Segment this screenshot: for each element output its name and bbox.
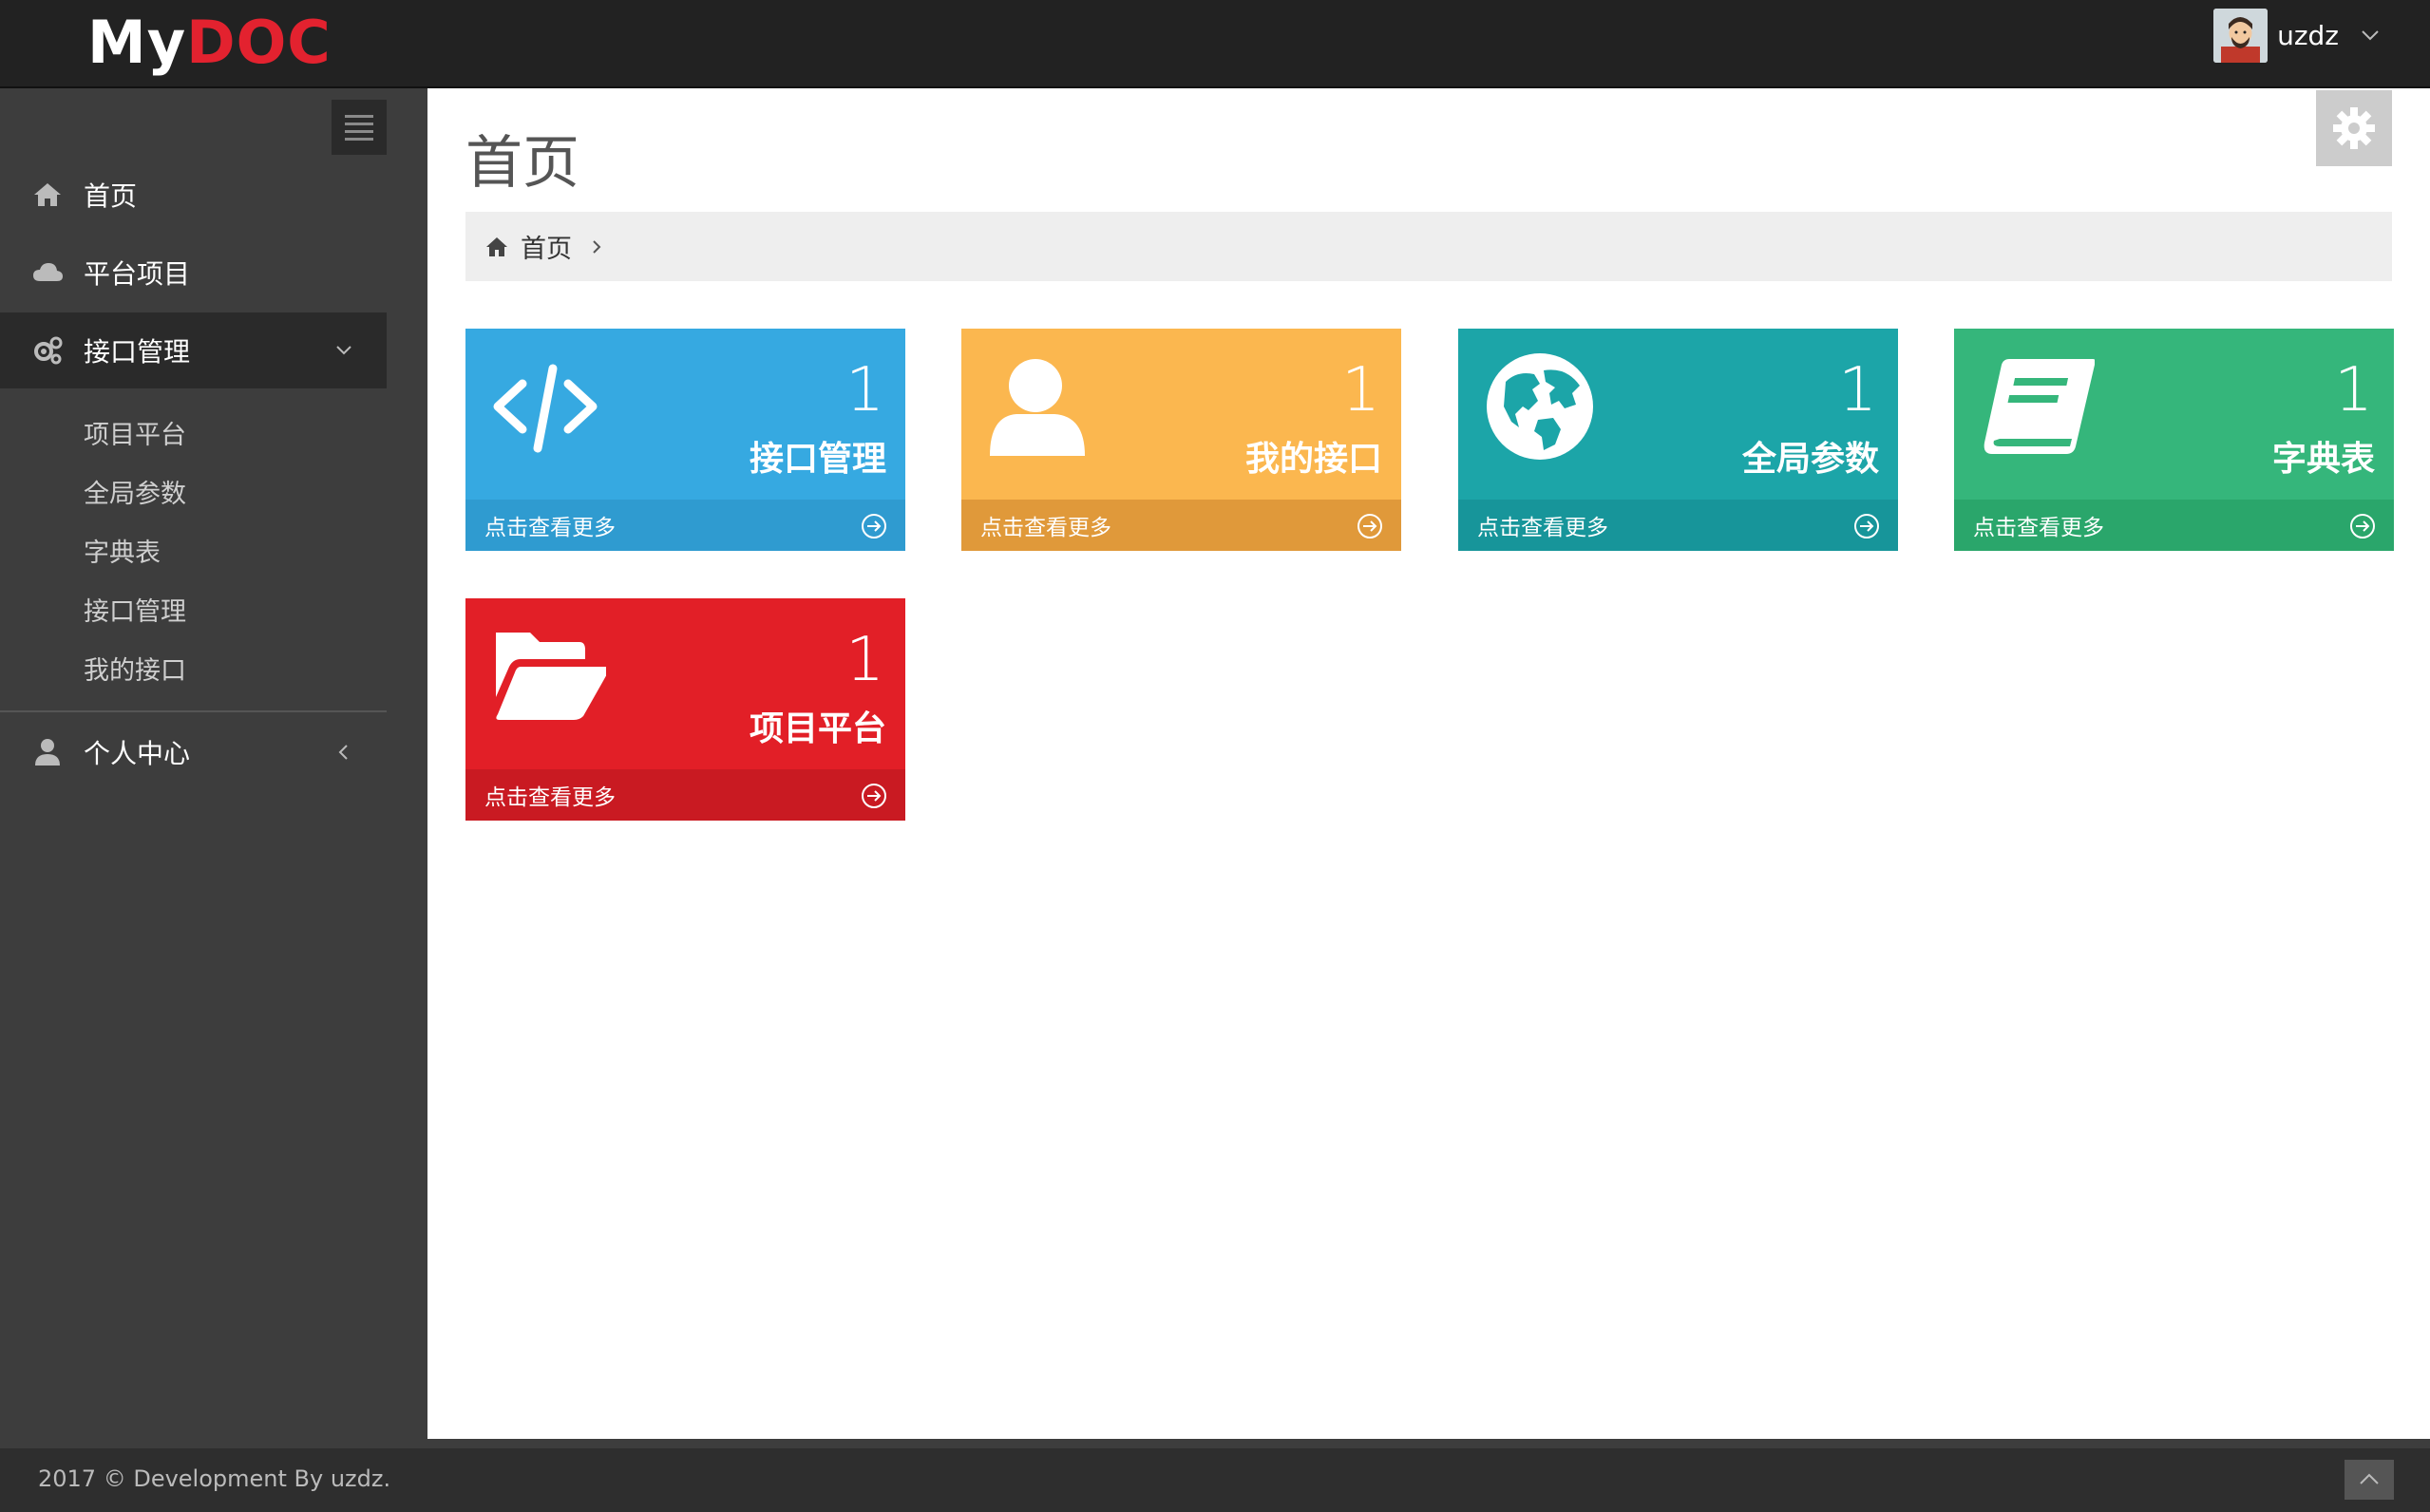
tile-api-management[interactable]: 1 接口管理 点击查看更多: [465, 329, 905, 551]
logo-my: My: [87, 8, 187, 77]
sidebar-item-platform-projects[interactable]: 平台项目: [0, 235, 387, 311]
sidebar-subitem-global-params[interactable]: 全局参数: [84, 473, 186, 510]
logo-doc: DOC: [186, 8, 332, 77]
sidebar-item-api-management[interactable]: 接口管理: [0, 312, 387, 388]
menu-bar: [345, 114, 373, 118]
sidebar-toggle-button[interactable]: [332, 100, 387, 155]
breadcrumb-home-link[interactable]: 首页: [521, 228, 572, 265]
arrow-circle-right-icon: [2350, 514, 2375, 539]
settings-button[interactable]: [2316, 90, 2392, 166]
scroll-to-top-button[interactable]: [2345, 1460, 2394, 1500]
sidebar-subitem-project-platform[interactable]: 项目平台: [84, 414, 186, 451]
arrow-circle-right-icon: [862, 514, 886, 539]
breadcrumb: 首页: [465, 212, 2392, 281]
user-menu[interactable]: uzdz: [2213, 8, 2383, 63]
tile-title: 全局参数: [1741, 440, 1879, 479]
chevron-down-icon: [2362, 30, 2379, 41]
book-icon: [1984, 359, 2095, 454]
footer-text: 2017 © Development By uzdz.: [38, 1465, 391, 1492]
code-icon: [493, 364, 598, 453]
user-icon: [990, 359, 1085, 456]
tile-title: 字典表: [2271, 440, 2375, 479]
page-title: 首页: [465, 130, 579, 197]
tile-title: 项目平台: [749, 709, 886, 748]
sidebar-item-home[interactable]: 首页: [0, 157, 387, 233]
globe-icon: [1487, 353, 1593, 460]
chevron-down-icon: [336, 346, 351, 355]
sidebar-subitem-dictionary[interactable]: 字典表: [84, 532, 161, 569]
tile-global-params[interactable]: 1 全局参数 点击查看更多: [1458, 329, 1898, 551]
arrow-circle-right-icon: [1854, 514, 1879, 539]
tile-dictionary[interactable]: 1 字典表 点击查看更多: [1954, 329, 2394, 551]
tile-my-apis[interactable]: 1 我的接口 点击查看更多: [961, 329, 1401, 551]
sidebar-subitem-api-management[interactable]: 接口管理: [84, 591, 186, 628]
sidebar-item-personal-center[interactable]: 个人中心: [0, 714, 387, 790]
tile-count: 1: [845, 355, 884, 425]
sidebar-item-label: 平台项目: [84, 258, 191, 290]
tile-more-link: 点击查看更多: [484, 516, 616, 540]
menu-bar: [345, 122, 373, 125]
gear-icon: [2333, 107, 2375, 149]
tile-more-link: 点击查看更多: [484, 785, 616, 810]
tile-title: 我的接口: [1244, 440, 1382, 479]
sidebar-item-label: 首页: [84, 180, 138, 212]
menu-bar: [345, 137, 373, 141]
sidebar-divider: [0, 710, 387, 712]
sidebar-item-label: 接口管理: [84, 336, 191, 368]
avatar: [2213, 8, 2269, 63]
chevron-up-icon: [2360, 1473, 2379, 1484]
arrow-circle-right-icon: [1357, 514, 1382, 539]
tile-more-link: 点击查看更多: [980, 516, 1111, 540]
menu-bar: [345, 129, 373, 133]
tile-title: 接口管理: [749, 440, 886, 479]
cogs-icon: [34, 336, 63, 365]
tile-count: 1: [2334, 355, 2373, 425]
sidebar: 首页 平台项目 接口管理 项目平台 全局参数 字典表 接口管理 我的接口 个人中…: [0, 88, 427, 1448]
tile-project-platform[interactable]: 1 项目平台 点击查看更多: [465, 598, 905, 821]
cloud-icon: [33, 263, 63, 281]
tile-footer[interactable]: 点击查看更多: [465, 500, 905, 551]
chevron-left-icon: [338, 745, 348, 760]
tile-count: 1: [1341, 355, 1380, 425]
app-logo[interactable]: MyDOC: [87, 9, 332, 76]
tile-footer[interactable]: 点击查看更多: [1954, 500, 2394, 551]
tile-more-link: 点击查看更多: [1477, 516, 1608, 540]
chevron-right-icon: [593, 239, 601, 254]
tile-footer[interactable]: 点击查看更多: [1458, 500, 1898, 551]
username: uzdz: [2277, 19, 2339, 51]
tile-count: 1: [1838, 355, 1877, 425]
user-icon: [35, 739, 60, 765]
sidebar-subitem-my-apis[interactable]: 我的接口: [84, 650, 186, 687]
folder-open-icon: [496, 633, 606, 720]
home-icon: [34, 183, 61, 206]
sidebar-item-label: 个人中心: [84, 738, 191, 769]
main-content: 首页 首页 1 接口管理 点击查看更多 1 我的接口 点击查看更多 1 全局参数…: [427, 88, 2430, 1439]
tile-more-link: 点击查看更多: [1973, 516, 2104, 540]
tile-footer[interactable]: 点击查看更多: [961, 500, 1401, 551]
tile-count: 1: [845, 625, 884, 695]
arrow-circle-right-icon: [862, 784, 886, 808]
home-icon: [486, 236, 507, 256]
top-header: MyDOC uzdz: [0, 0, 2430, 88]
tile-footer[interactable]: 点击查看更多: [465, 769, 905, 821]
page-footer: 2017 © Development By uzdz.: [0, 1448, 2430, 1512]
